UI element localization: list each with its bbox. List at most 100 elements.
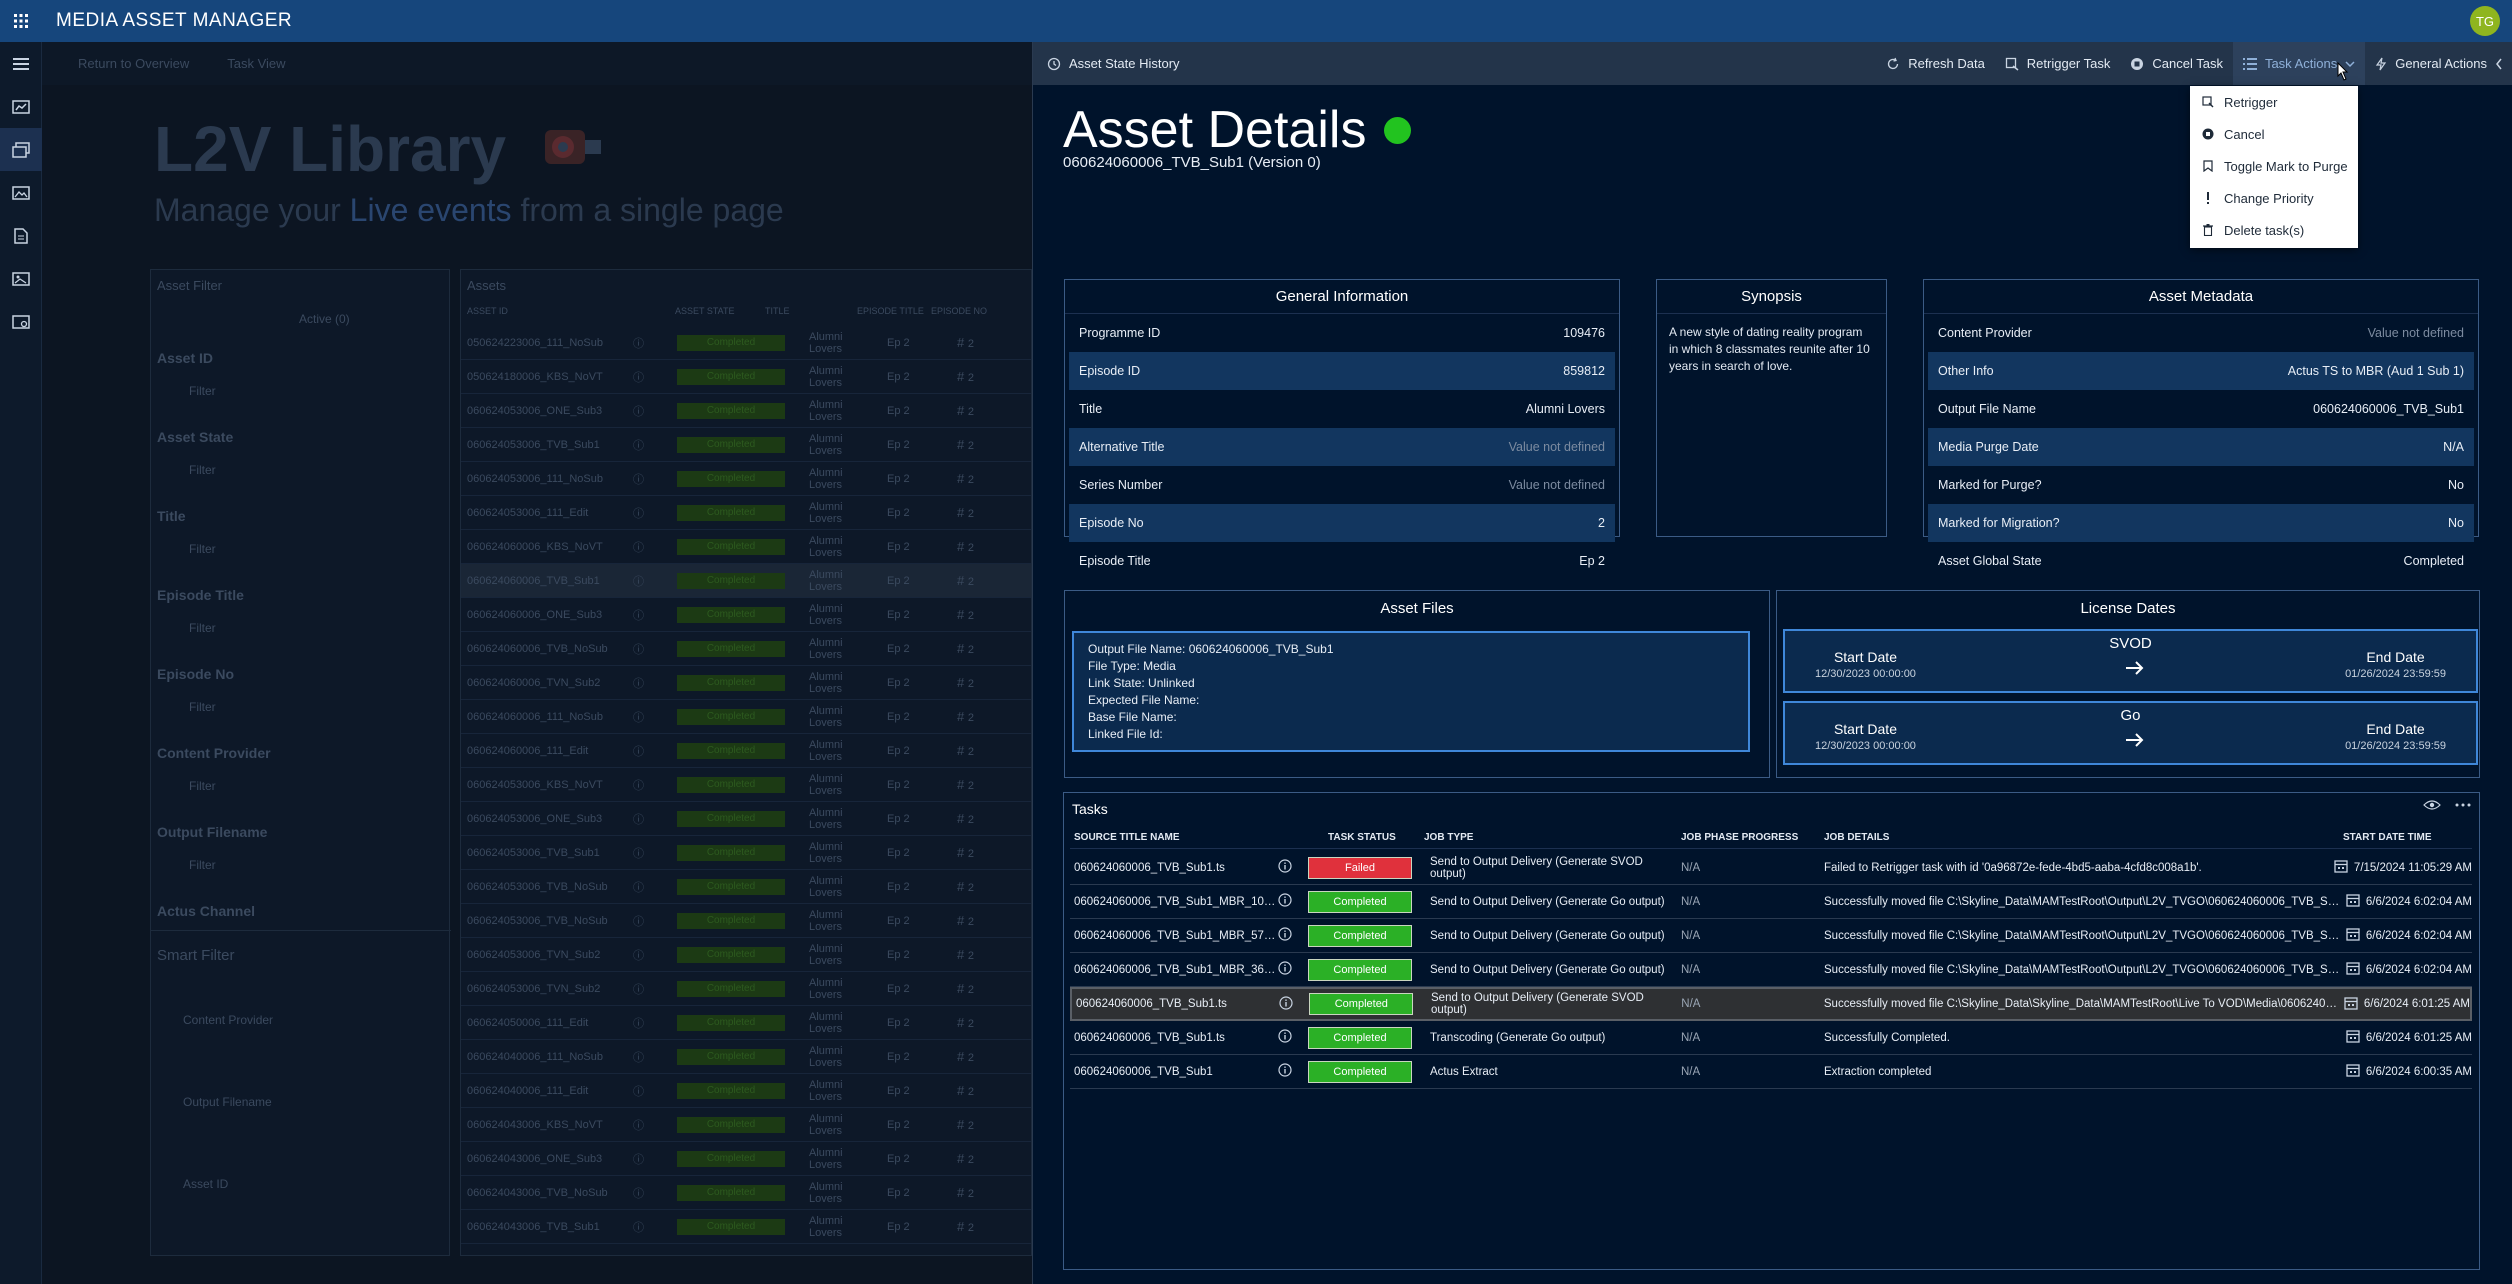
asset-episode-title: Ep 2	[887, 1084, 910, 1097]
asset-state-badge: Completed	[677, 878, 785, 895]
refresh-data-button[interactable]: Refresh Data	[1876, 42, 1995, 85]
asset-title: Alumni Lovers	[809, 534, 843, 559]
asset-episode-no: # 2	[957, 879, 974, 894]
mouse-cursor-icon	[2337, 62, 2349, 81]
col-source-title[interactable]: SOURCE TITLE NAME	[1070, 832, 1300, 843]
task-row[interactable]: 060624060006_TVB_Sub1_MBR_360p.mp4 Comple…	[1070, 953, 2472, 987]
col-job-type[interactable]: JOB TYPE	[1408, 832, 1681, 843]
asset-row: 060624053006_TVN_Sub2 ⓘ Completed Alumni Lo…	[461, 972, 1031, 1006]
user-avatar[interactable]: TG	[2470, 6, 2500, 36]
col-start-date-time[interactable]: START DATE TIME	[2343, 832, 2472, 843]
task-row[interactable]: 060624060006_TVB_Sub1_MBR_1080p.mp4 Compl…	[1070, 885, 2472, 919]
asset-file-entry[interactable]: Output File Name: 060624060006_TVB_Sub1 F…	[1072, 631, 1750, 752]
task-job-progress: N/A	[1681, 963, 1701, 976]
info-icon[interactable]	[1278, 927, 1300, 944]
info-icon[interactable]	[1278, 961, 1300, 978]
asset-state-badge: Completed	[677, 1048, 785, 1065]
task-row[interactable]: 060624060006_TVB_Sub1.ts Completed Send to…	[1070, 987, 2472, 1021]
info-icon[interactable]	[1278, 893, 1300, 910]
task-job-type: Transcoding (Generate Go output)	[1430, 1031, 1606, 1044]
asset-episode-no: # 2	[957, 811, 974, 826]
retrigger-task-button[interactable]: Retrigger Task	[1995, 42, 2121, 85]
menu-item-cancel[interactable]: Cancel	[2190, 118, 2358, 150]
asset-episode-title: Ep 2	[887, 404, 910, 417]
license-row[interactable]: SVOD Start Date 12/30/2023 00:00:00 End Dat…	[1783, 629, 2478, 693]
info-row: Content Provider Value not defined	[1928, 314, 2474, 352]
nav-settings-icon[interactable]	[0, 300, 42, 343]
info-icon[interactable]	[1279, 995, 1301, 1013]
arrow-right-icon	[2125, 733, 2145, 750]
info-key: Other Info	[1938, 364, 1994, 378]
license-row[interactable]: Go Start Date 12/30/2023 00:00:00 End Date 0…	[1783, 701, 2478, 765]
nav-media-icon[interactable]	[0, 171, 42, 214]
asset-row: 060624043006_TVB_NoSub ⓘ Completed Alumni L…	[461, 1176, 1031, 1210]
task-row[interactable]: 060624060006_TVB_Sub1.ts Completed Transco…	[1070, 1021, 2472, 1055]
asset-version-subtitle: 060624060006_TVB_Sub1 (Version 0)	[1063, 154, 1321, 171]
menu-item-change-priority[interactable]: Change Priority	[2190, 182, 2358, 214]
filter-section-label: Episode Title	[157, 587, 244, 603]
asset-id: 060624040006_111_Edit	[467, 1084, 589, 1097]
task-row[interactable]: 060624060006_TVB_Sub1_MBR_576p.mp4 Comple…	[1070, 919, 2472, 953]
filter-input: Filter	[189, 542, 216, 556]
info-key: Title	[1079, 402, 1103, 416]
eye-icon[interactable]	[2423, 799, 2441, 811]
task-job-type: Send to Output Delivery (Generate Go out…	[1430, 929, 1665, 942]
asset-title: Alumni Lovers	[809, 670, 843, 695]
task-status-cell: Failed	[1300, 856, 1430, 879]
info-value: N/A	[2443, 440, 2464, 454]
asset-id: 060624050006_111_Edit	[467, 1016, 589, 1029]
app-launcher-icon[interactable]	[0, 0, 42, 42]
menu-item-delete-task-s[interactable]: Delete task(s)	[2190, 214, 2358, 246]
file-detail-line: Base File Name:	[1088, 710, 1177, 724]
info-row: Media Purge Date N/A	[1928, 428, 2474, 466]
menu-item-label: Toggle Mark to Purge	[2224, 158, 2348, 174]
task-status-cell: Completed	[1301, 993, 1431, 1015]
task-job-type: Send to Output Delivery (Generate Go out…	[1430, 963, 1665, 976]
cancel-icon	[2131, 57, 2144, 70]
task-row[interactable]: 060624060006_TVB_Sub1.ts Failed Send to Ou…	[1070, 851, 2472, 885]
cancel-task-button[interactable]: Cancel Task	[2120, 42, 2233, 85]
asset-state-history-button[interactable]: Asset State History	[1037, 42, 1190, 85]
asset-title: Alumni Lovers	[809, 806, 843, 831]
hash-icon: #	[957, 1049, 968, 1064]
hamburger-menu-icon[interactable]	[0, 42, 42, 85]
hash-icon: #	[957, 709, 968, 724]
info-icon[interactable]	[1278, 1029, 1300, 1046]
hash-icon: #	[957, 1219, 968, 1234]
asset-title: Alumni Lovers	[809, 568, 843, 593]
task-job-progress: N/A	[1681, 895, 1701, 908]
start-date-label: Start Date	[1833, 721, 1897, 737]
task-job-progress: N/A	[1681, 1065, 1701, 1078]
task-job-details: Successfully Completed.	[1824, 1031, 1950, 1044]
info-icon[interactable]	[1278, 859, 1300, 876]
col-task-status[interactable]: TASK STATUS	[1300, 832, 1408, 843]
asset-title: Alumni Lovers	[809, 1044, 843, 1069]
col-job-phase-progress[interactable]: JOB PHASE PROGRESS	[1681, 832, 1824, 843]
asset-filter-title: Asset Filter	[157, 278, 223, 293]
task-row[interactable]: 060624060006_TVB_Sub1 Completed Actus Extr…	[1070, 1055, 2472, 1089]
asset-episode-no: # 2	[957, 641, 974, 656]
nav-dashboard-icon[interactable]	[0, 85, 42, 128]
asset-episode-no: # 2	[957, 1151, 974, 1166]
menu-item-toggle-mark-to-purge[interactable]: Toggle Mark to Purge	[2190, 150, 2358, 182]
asset-episode-no: # 2	[957, 505, 974, 520]
asset-episode-title: Ep 2	[887, 1186, 910, 1199]
info-icon[interactable]	[1278, 1063, 1300, 1080]
assets-panel: Assets ASSET ID ASSET STATE TITLE EPISOD…	[460, 269, 1032, 1256]
nav-library-icon[interactable]	[0, 128, 42, 171]
info-icon: ⓘ	[633, 1085, 644, 1098]
nav-images-icon[interactable]	[0, 257, 42, 300]
general-actions-button[interactable]: General Actions	[2365, 42, 2512, 85]
file-detail-line: Linked File Id:	[1088, 727, 1163, 741]
nav-document-icon[interactable]	[0, 214, 42, 257]
asset-state-badge: Completed	[677, 946, 785, 963]
task-job-type: Send to Output Delivery (Generate SVOD o…	[1430, 855, 1643, 880]
info-icon: ⓘ	[633, 779, 644, 792]
info-icon: ⓘ	[633, 711, 644, 724]
asset-episode-no: # 2	[957, 1117, 974, 1132]
col-job-details[interactable]: JOB DETAILS	[1824, 832, 2343, 843]
asset-episode-title: Ep 2	[887, 710, 910, 723]
menu-item-retrigger[interactable]: Retrigger	[2190, 86, 2358, 118]
more-options-icon[interactable]	[2455, 799, 2471, 811]
asset-row: 060624040006_111_Edit ⓘ Completed Alumni Lo…	[461, 1074, 1031, 1108]
